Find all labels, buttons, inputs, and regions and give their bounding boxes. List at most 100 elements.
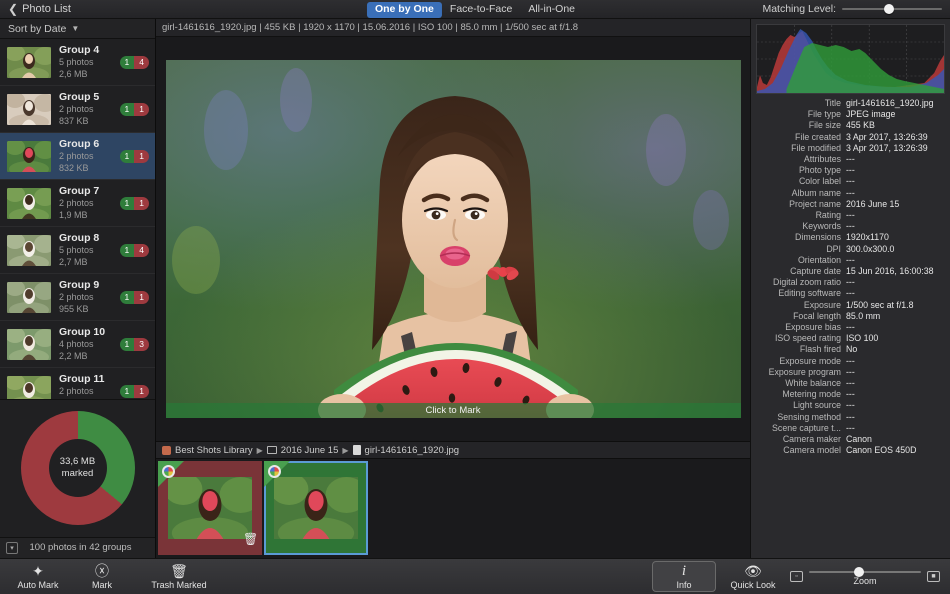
- zoom-slider[interactable]: [809, 571, 921, 573]
- donut-center-label: 33,6 MB marked: [49, 439, 107, 497]
- metadata-value: ---: [846, 288, 855, 299]
- matching-level-control: Matching Level:: [762, 3, 942, 15]
- group-info: Group 6 2 photos 832 KB: [59, 138, 120, 174]
- eye-icon: 👁: [744, 564, 762, 579]
- auto-mark-button[interactable]: ✦ Auto Mark: [6, 564, 70, 590]
- tab-face-to-face[interactable]: Face-to-Face: [442, 2, 520, 18]
- trash-count-badge: 1: [134, 103, 149, 116]
- matching-level-label: Matching Level:: [762, 3, 836, 15]
- group-name: Group 10: [59, 326, 120, 339]
- matching-level-slider[interactable]: [842, 8, 942, 10]
- group-size: 1,9 MB: [59, 210, 120, 222]
- photo-viewer[interactable]: Click to Mark: [156, 37, 750, 441]
- trash-marker-icon: 🗑: [243, 532, 256, 547]
- metadata-value: ISO 100: [846, 333, 878, 344]
- group-photo-count: 2 photos: [59, 386, 120, 398]
- donut-ring: 33,6 MB marked: [21, 411, 135, 525]
- group-photo-count: 2 photos: [59, 292, 120, 304]
- tab-all-in-one[interactable]: All-in-One: [520, 2, 583, 18]
- folder-icon: [267, 446, 277, 454]
- group-list-item[interactable]: Group 9 2 photos 955 KB 1 1: [0, 274, 155, 321]
- breadcrumb-folder[interactable]: 2016 June 15: [281, 445, 339, 456]
- sort-by-dropdown[interactable]: Sort by Date ▼: [0, 19, 155, 39]
- breadcrumb-file[interactable]: girl-1461616_1920.jpg: [365, 445, 460, 456]
- marked-size-donut-chart: 33,6 MB marked: [0, 399, 155, 537]
- group-badges: 1 1: [120, 385, 149, 398]
- metadata-label: Orientation: [756, 255, 846, 266]
- metadata-value: ---: [846, 165, 855, 176]
- keep-count-badge: 1: [120, 150, 135, 163]
- group-list[interactable]: Group 4 5 photos 2,6 MB 1 4 Group 5 2 ph…: [0, 39, 155, 399]
- trash-icon: 🗑: [170, 564, 188, 579]
- main-photo[interactable]: Click to Mark: [166, 60, 741, 418]
- breadcrumb[interactable]: Best Shots Library ▶ 2016 June 15 ▶ girl…: [156, 441, 750, 459]
- group-name: Group 7: [59, 185, 120, 198]
- group-badges: 1 3: [120, 338, 149, 351]
- current-file-info-bar: girl-1461616_1920.jpg | 455 KB | 1920 x …: [156, 19, 750, 37]
- metadata-row: Camera model Canon EOS 450D: [756, 445, 945, 456]
- tab-one-by-one[interactable]: One by One: [367, 2, 442, 18]
- filmstrip[interactable]: 🗑: [156, 459, 750, 558]
- matching-level-slider-knob[interactable]: [884, 4, 894, 14]
- group-list-item[interactable]: Group 8 5 photos 2,7 MB 1 4: [0, 227, 155, 274]
- group-list-item[interactable]: Group 6 2 photos 832 KB 1 1: [0, 133, 155, 180]
- metadata-row: Exposure bias ---: [756, 322, 945, 333]
- metadata-row: Attributes ---: [756, 154, 945, 165]
- info-icon: i: [682, 564, 686, 579]
- group-thumbnail: [7, 235, 51, 266]
- click-to-mark-overlay[interactable]: Click to Mark: [166, 403, 741, 418]
- group-list-item[interactable]: Group 4 5 photos 2,6 MB 1 4: [0, 39, 155, 86]
- metadata-row: Exposure 1/500 sec at f/1.8: [756, 300, 945, 311]
- group-name: Group 4: [59, 44, 120, 57]
- group-photo-count: 2 photos: [59, 151, 120, 163]
- group-list-item[interactable]: Group 11 2 photos 1 MB 1 1: [0, 368, 155, 399]
- metadata-label: File modified: [756, 143, 846, 154]
- bottom-toolbar: ✦ Auto Mark ⓧ Mark 🗑 Trash Marked i Info…: [0, 558, 950, 594]
- metadata-value: ---: [846, 255, 855, 266]
- mark-button[interactable]: ⓧ Mark: [70, 564, 134, 590]
- metadata-label: Exposure mode: [756, 356, 846, 367]
- metadata-row: Digital zoom ratio ---: [756, 277, 945, 288]
- metadata-label: Focal length: [756, 311, 846, 322]
- info-panel: Title girl-1461616_1920.jpgFile type JPE…: [750, 19, 950, 458]
- group-list-item[interactable]: Group 5 2 photos 837 KB 1 1: [0, 86, 155, 133]
- metadata-label: Sensing method: [756, 412, 846, 423]
- collapse-icon[interactable]: ▾: [6, 542, 18, 554]
- breadcrumb-library[interactable]: Best Shots Library: [175, 445, 253, 456]
- metadata-label: Camera maker: [756, 434, 846, 445]
- group-size: 2,7 MB: [59, 257, 120, 269]
- zoom-in-icon[interactable]: ■: [927, 571, 940, 582]
- main-photo-image: [166, 60, 741, 418]
- group-badges: 1 1: [120, 291, 149, 304]
- group-size: 2,2 MB: [59, 351, 120, 363]
- chevron-left-icon: ❮: [8, 3, 18, 15]
- quick-look-button[interactable]: 👁 Quick Look: [716, 564, 790, 590]
- metadata-row: Project name 2016 June 15: [756, 199, 945, 210]
- group-info: Group 5 2 photos 837 KB: [59, 91, 120, 127]
- color-wheel-icon[interactable]: [268, 465, 281, 478]
- group-list-item[interactable]: Group 7 2 photos 1,9 MB 1 1: [0, 180, 155, 227]
- color-wheel-icon[interactable]: [162, 465, 175, 478]
- filmstrip-thumbnail[interactable]: 🗑: [158, 461, 262, 555]
- metadata-label: File type: [756, 109, 846, 120]
- metadata-label: Rating: [756, 210, 846, 221]
- metadata-row: Focal length 85.0 mm: [756, 311, 945, 322]
- metadata-row: Exposure program ---: [756, 367, 945, 378]
- zoom-out-icon[interactable]: ▫: [790, 571, 803, 582]
- group-list-item[interactable]: Group 10 4 photos 2,2 MB 1 3: [0, 321, 155, 368]
- zoom-slider-knob[interactable]: [854, 567, 864, 577]
- metadata-label: Scene capture t...: [756, 423, 846, 434]
- metadata-label: Metering mode: [756, 389, 846, 400]
- metadata-value: ---: [846, 277, 855, 288]
- trash-count-badge: 1: [134, 150, 149, 163]
- keep-count-badge: 1: [120, 244, 135, 257]
- metadata-label: Exposure bias: [756, 322, 846, 333]
- back-to-photo-list-button[interactable]: ❮ Photo List: [0, 3, 71, 15]
- view-mode-segmented-control[interactable]: One by One Face-to-Face All-in-One: [367, 2, 583, 17]
- trash-marked-button[interactable]: 🗑 Trash Marked: [134, 564, 224, 590]
- info-button[interactable]: i Info: [652, 561, 716, 592]
- filmstrip-thumbnail[interactable]: [264, 461, 368, 555]
- metadata-value: Canon EOS 450D: [846, 445, 916, 456]
- metadata-row: Scene capture t... ---: [756, 423, 945, 434]
- trash-count-badge: 4: [134, 56, 149, 69]
